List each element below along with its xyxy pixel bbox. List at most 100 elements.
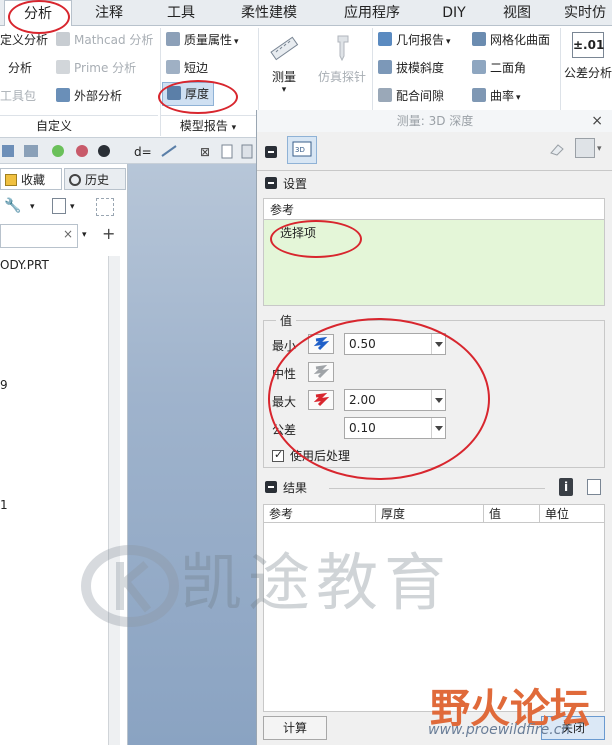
curvature-button[interactable]: 曲率 ▾ — [472, 86, 521, 106]
prime-analysis-button[interactable]: Prime 分析 — [56, 58, 136, 78]
measure-button[interactable]: 测量 ▾ — [262, 32, 306, 95]
external-analysis-button[interactable]: 外部分析 — [56, 86, 122, 106]
info-icon[interactable]: i — [559, 478, 573, 496]
postprocess-checkbox[interactable]: ✓ 使用后处理 — [272, 447, 350, 464]
view-icon — [2, 145, 14, 157]
geometry-report-label: 几何报告 — [396, 33, 445, 47]
analysis-button[interactable]: 分析 — [8, 58, 32, 78]
tree-scrollbar[interactable] — [108, 256, 120, 745]
settings-section-header[interactable]: 设置 — [265, 174, 307, 194]
graphics-area[interactable] — [128, 164, 256, 745]
save-icon[interactable] — [575, 138, 595, 158]
chevron-down-icon[interactable]: ▾ — [82, 230, 87, 240]
mesh-surface-label: 网格化曲面 — [490, 33, 551, 47]
draft-button[interactable]: 拔模斜度 — [378, 58, 444, 78]
tolerance-analysis-button[interactable]: ±.01 公差分析 — [564, 32, 612, 81]
chevron-down-icon: ▾ — [516, 93, 521, 103]
chevron-down-icon[interactable] — [431, 418, 445, 438]
max-color-button[interactable] — [308, 390, 334, 410]
wave-blue-icon — [313, 336, 330, 351]
clear-icon[interactable]: × — [63, 227, 73, 241]
postprocess-label: 使用后处理 — [290, 449, 351, 463]
search-input[interactable]: × — [0, 224, 78, 248]
tab-flexible-modeling[interactable]: 柔性建模 — [218, 0, 320, 26]
star-icon — [5, 174, 17, 186]
model-tree-pane: 收藏 历史 🔧 ▾ ▾ × ▾ + ODY.PRT 9 1 — [0, 164, 128, 745]
tab-history[interactable]: 历史 — [64, 168, 126, 190]
results-col-unit[interactable]: 单位 — [540, 505, 604, 523]
mass-properties-button[interactable]: 质量属性 ▾ — [166, 30, 239, 50]
custom-analysis-button[interactable]: 定义分析 — [0, 30, 48, 50]
list-icon[interactable] — [52, 198, 66, 214]
tab-favorites[interactable]: 收藏 — [0, 168, 62, 190]
group-model-report[interactable]: 模型报告 ▾ — [160, 116, 256, 136]
tree-row-a[interactable]: 9 — [0, 378, 8, 392]
close-button[interactable]: 关闭 — [541, 716, 605, 740]
sim-probe-button[interactable]: 仿真探针 — [314, 32, 370, 85]
svg-text:3D: 3D — [295, 146, 305, 154]
reference-placeholder: 选择项 — [280, 226, 317, 240]
thickness-button[interactable]: 厚度 — [162, 82, 215, 106]
eraser-icon[interactable] — [549, 142, 565, 156]
compute-button[interactable]: 计算 — [263, 716, 327, 740]
filter-icon[interactable] — [96, 198, 114, 216]
short-edge-button[interactable]: 短边 — [166, 58, 208, 78]
min-value-combo[interactable]: 0.50 — [344, 333, 446, 355]
collapse-all-icon[interactable] — [265, 146, 283, 160]
depth-measure-icon[interactable]: 3D — [287, 136, 317, 164]
dialog-title: 测量: 3D 深度 × — [257, 110, 612, 132]
min-color-button[interactable] — [308, 334, 334, 354]
chevron-down-icon[interactable]: ▾ — [597, 144, 602, 154]
chevron-down-icon: ▾ — [446, 37, 451, 47]
dihedral-button[interactable]: 二面角 — [472, 58, 526, 78]
dihedral-label: 二面角 — [490, 61, 527, 75]
results-section-header[interactable]: 结果 — [265, 478, 307, 498]
tab-analysis[interactable]: 分析 — [4, 0, 72, 27]
tab-tools[interactable]: 工具 — [146, 0, 216, 26]
collapse-icon[interactable] — [265, 481, 277, 493]
tab-diy[interactable]: DIY — [424, 0, 484, 26]
tab-applications[interactable]: 应用程序 — [322, 0, 422, 26]
mesh-surface-button[interactable]: 网格化曲面 — [472, 30, 550, 50]
min-label: 最小 — [272, 339, 297, 353]
tab-annotate[interactable]: 注释 — [74, 0, 144, 26]
wave-red-icon — [313, 392, 330, 407]
display-icon — [24, 145, 38, 157]
clearance-button[interactable]: 配合间隙 — [378, 86, 444, 106]
custom-analysis-label: 定义分析 — [0, 33, 49, 47]
settings-panel: 参考 选择项 — [263, 198, 605, 306]
neutral-color-button[interactable] — [308, 362, 334, 382]
add-icon[interactable]: + — [102, 224, 115, 243]
mathcad-analysis-button[interactable]: Mathcad 分析 — [56, 30, 153, 50]
collapse-icon[interactable] — [265, 177, 277, 189]
tab-view[interactable]: 视图 — [486, 0, 548, 26]
clearance-icon — [378, 88, 392, 102]
tree-row-b[interactable]: 1 — [0, 498, 8, 512]
tolerance-value-combo[interactable]: 0.10 — [344, 417, 446, 439]
prime-label: Prime 分析 — [74, 61, 137, 75]
dimension-icon: d= — [134, 145, 152, 159]
report-icon[interactable] — [587, 479, 601, 495]
chevron-down-icon[interactable] — [431, 334, 445, 354]
results-col-reference[interactable]: 参考 — [264, 505, 376, 523]
chevron-down-icon[interactable]: ▾ — [70, 202, 75, 212]
short-edge-icon — [166, 60, 180, 74]
tab-realtime-sim[interactable]: 实时仿 — [550, 0, 612, 26]
ruler-icon — [268, 32, 300, 64]
external-analysis-label: 外部分析 — [74, 89, 123, 103]
max-value-combo[interactable]: 2.00 — [344, 389, 446, 411]
tools-icon[interactable]: 🔧 — [4, 198, 22, 216]
toolkit-button[interactable]: 工具包 — [0, 86, 36, 106]
close-icon[interactable]: × — [591, 110, 603, 132]
values-panel: 值 最小 0.50 中性 最大 2.00 公差 0.10 ✓ 使用后处理 — [263, 312, 605, 468]
chevron-down-icon[interactable] — [431, 390, 445, 410]
history-icon — [69, 174, 81, 186]
geometry-report-button[interactable]: 几何报告 ▾ — [378, 30, 451, 50]
results-col-value[interactable]: 值 — [484, 505, 540, 523]
checkbox-check-icon: ✓ — [272, 448, 284, 462]
reference-collector[interactable]: 选择项 — [264, 219, 604, 305]
model-file-name[interactable]: ODY.PRT — [0, 258, 49, 272]
chevron-down-icon[interactable]: ▾ — [30, 202, 35, 212]
results-col-thickness[interactable]: 厚度 — [376, 505, 484, 523]
draft-label: 拔模斜度 — [396, 61, 445, 75]
